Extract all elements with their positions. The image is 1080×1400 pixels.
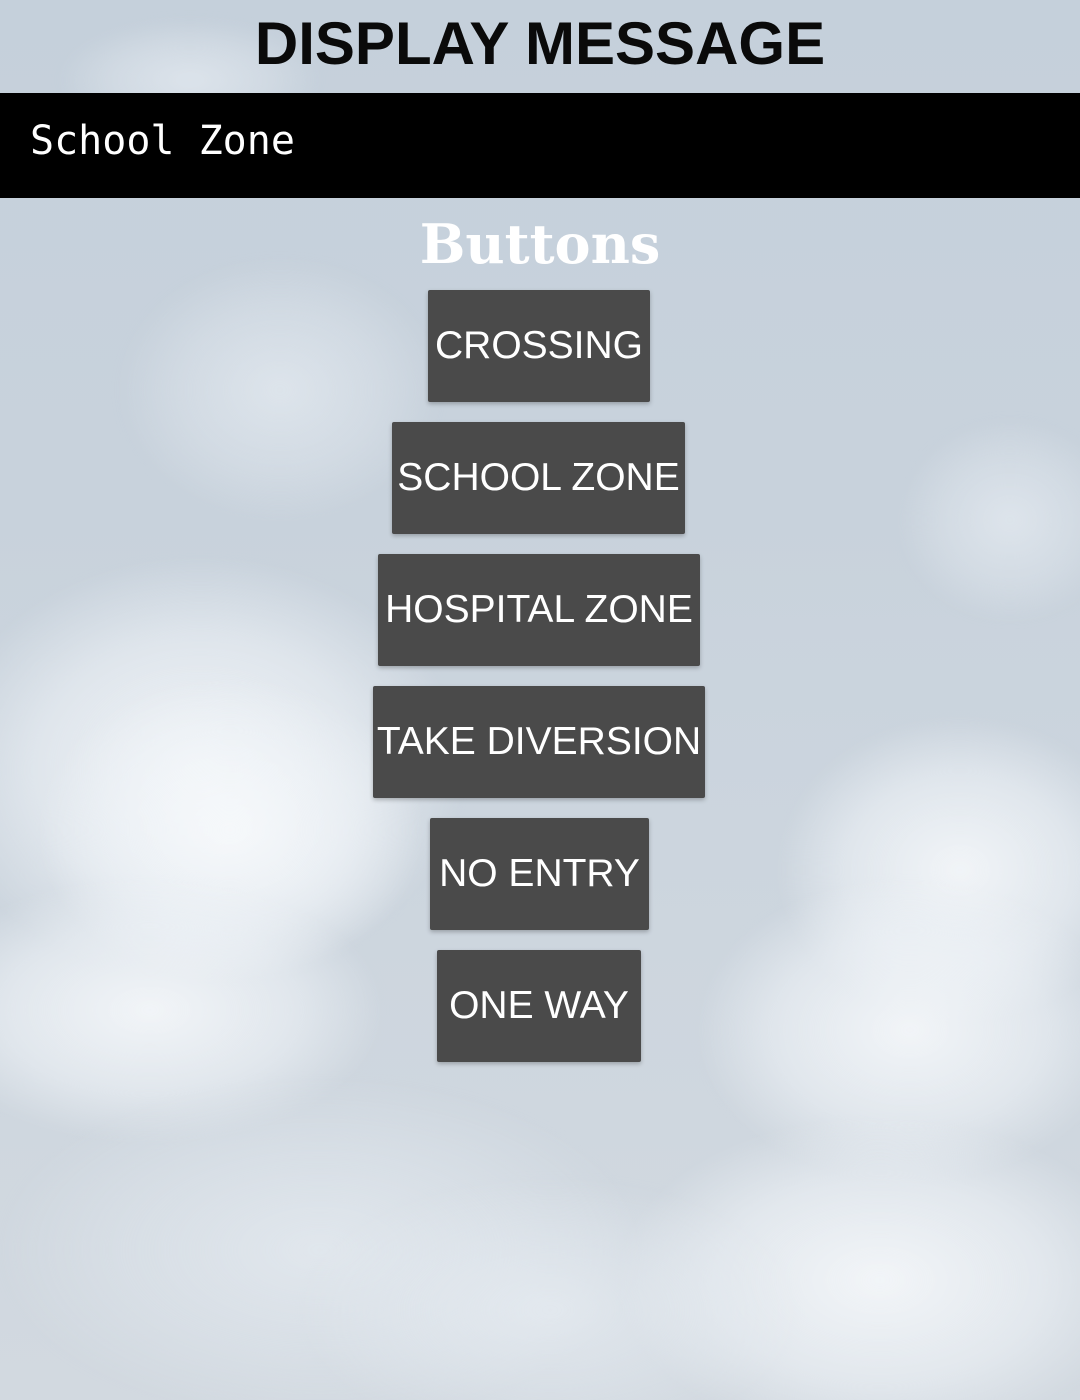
display-message-panel: School Zone bbox=[0, 93, 1080, 198]
buttons-heading: Buttons bbox=[419, 212, 661, 276]
hospital-zone-button[interactable]: HOSPITAL ZONE bbox=[378, 554, 700, 666]
one-way-button[interactable]: ONE WAY bbox=[437, 950, 641, 1062]
take-diversion-button[interactable]: TAKE DIVERSION bbox=[373, 686, 705, 798]
crossing-button[interactable]: CROSSING bbox=[428, 290, 650, 402]
school-zone-button[interactable]: SCHOOL ZONE bbox=[392, 422, 685, 534]
display-message-text: School Zone bbox=[30, 118, 295, 164]
no-entry-button[interactable]: NO ENTRY bbox=[430, 818, 649, 930]
page-title: DISPLAY MESSAGE bbox=[254, 10, 826, 77]
